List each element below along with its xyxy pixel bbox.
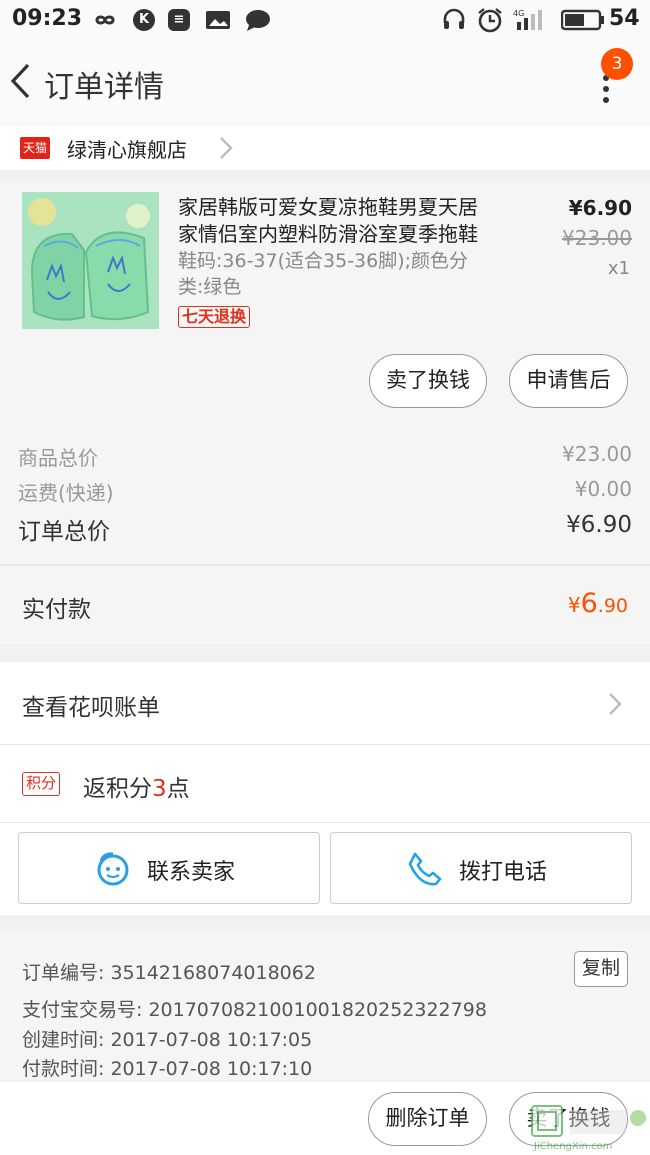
infinity-icon	[95, 15, 115, 25]
product-title-line-2: 家情侣室内塑料防滑浴室夏季拖鞋	[178, 222, 478, 246]
product-spec-line-2: 类:绿色	[178, 276, 242, 298]
shop-name[interactable]: 绿清心旗舰店	[67, 134, 187, 163]
status-bar: 09:23 K ≡ 4G 54	[0, 0, 650, 40]
shipping-label: 运费(快递)	[18, 481, 114, 505]
order-total-value: ¥6.90	[566, 512, 632, 538]
order-info: 订单编号: 35142168074018062 复制 支付宝交易号: 20170…	[0, 930, 650, 1080]
after-sale-button[interactable]: 申请售后	[509, 354, 628, 408]
image-icon	[206, 11, 230, 29]
points-count: 3	[152, 776, 167, 802]
goods-total-label: 商品总价	[18, 446, 98, 470]
points-prefix: 返积分	[83, 776, 152, 802]
sell-button[interactable]: 卖了换钱	[369, 354, 487, 408]
contact-seller-button[interactable]: 联系卖家	[18, 832, 320, 904]
fee-summary: 商品总价 ¥23.00 运费(快递) ¥0.00 订单总价 ¥6.90	[0, 416, 650, 564]
huabei-bill-label: 查看花呗账单	[22, 695, 160, 721]
amount-paid-int: 6	[580, 588, 598, 619]
status-time: 09:23	[12, 6, 83, 31]
order-item[interactable]: 家居韩版可爱女夏凉拖鞋男夏天居 家情侣室内塑料防滑浴室夏季拖鞋 鞋码:36-37…	[0, 182, 650, 416]
contact-actions: 联系卖家 拨打电话	[0, 823, 650, 915]
amount-paid-decimal: .90	[597, 595, 628, 617]
battery-icon	[561, 9, 604, 31]
item-original-price: ¥23.00	[562, 226, 632, 250]
points-badge-icon: 积分	[22, 772, 61, 796]
chat-bubble-icon	[246, 10, 270, 31]
shipping-value: ¥0.00	[574, 477, 632, 501]
alipay-trade-number: 支付宝交易号: 2017070821001001820252322798	[22, 999, 487, 1021]
points-text: 返积分3点	[83, 769, 190, 803]
page-title: 订单详情	[44, 70, 164, 105]
points-row: 积分 返积分3点	[0, 745, 650, 823]
return-policy-tag: 七天退换	[178, 306, 251, 328]
alarm-icon	[478, 8, 502, 33]
amount-paid-label: 实付款	[22, 597, 91, 623]
product-title[interactable]: 家居韩版可爱女夏凉拖鞋男夏天居 家情侣室内塑料防滑浴室夏季拖鞋	[178, 194, 518, 248]
item-price: ¥6.90	[568, 196, 632, 220]
slipper-image-icon	[22, 192, 159, 329]
product-thumbnail[interactable]	[22, 192, 159, 329]
watermark-logo-icon: JiChengXin.com	[531, 1105, 646, 1152]
goods-total-value: ¥23.00	[562, 442, 632, 466]
wangwang-chat-icon	[97, 852, 129, 886]
order-total-label: 订单总价	[18, 519, 110, 545]
amount-paid-row: 实付款 ¥6.90	[0, 566, 650, 644]
product-spec: 鞋码:36-37(适合35-36脚);颜色分 类:绿色	[178, 248, 498, 300]
watermark-text: JiChengXin.com	[533, 1141, 612, 1152]
headset-icon	[443, 8, 465, 29]
chevron-right-icon	[609, 693, 622, 715]
copy-button[interactable]: 复制	[574, 951, 628, 987]
signal-icon: 4G	[513, 9, 542, 30]
huabei-bill-row[interactable]: 查看花呗账单	[0, 662, 650, 744]
created-time: 创建时间: 2017-07-08 10:17:05	[22, 1029, 313, 1051]
product-title-line-1: 家居韩版可爱女夏凉拖鞋男夏天居	[178, 195, 478, 219]
call-button[interactable]: 拨打电话	[330, 832, 632, 904]
k-app-icon: K	[133, 9, 155, 31]
product-spec-line-1: 鞋码:36-37(适合35-36脚);颜色分	[178, 250, 469, 272]
battery-level: 54	[609, 6, 640, 31]
points-suffix: 点	[166, 776, 190, 802]
phone-icon	[408, 852, 442, 886]
network-type: 4G	[513, 9, 524, 18]
chevron-right-icon	[220, 137, 233, 159]
delete-order-button[interactable]: 删除订单	[368, 1092, 487, 1146]
tmall-logo-icon: 天猫	[20, 137, 50, 159]
contact-seller-label: 联系卖家	[147, 860, 236, 885]
message-icon: ≡	[168, 9, 190, 31]
order-number: 订单编号: 35142168074018062	[22, 962, 316, 984]
call-label: 拨打电话	[459, 860, 548, 885]
notification-badge: 3	[601, 48, 633, 80]
payment-time: 付款时间: 2017-07-08 10:17:10	[22, 1058, 313, 1080]
shop-row[interactable]: 天猫 绿清心旗舰店	[0, 126, 650, 170]
item-quantity: x1	[607, 258, 630, 279]
amount-paid-value: ¥6.90	[568, 588, 628, 619]
back-arrow-icon[interactable]	[8, 62, 34, 100]
nav-header: 订单详情 3	[0, 40, 650, 126]
amount-paid-currency: ¥	[567, 593, 581, 617]
